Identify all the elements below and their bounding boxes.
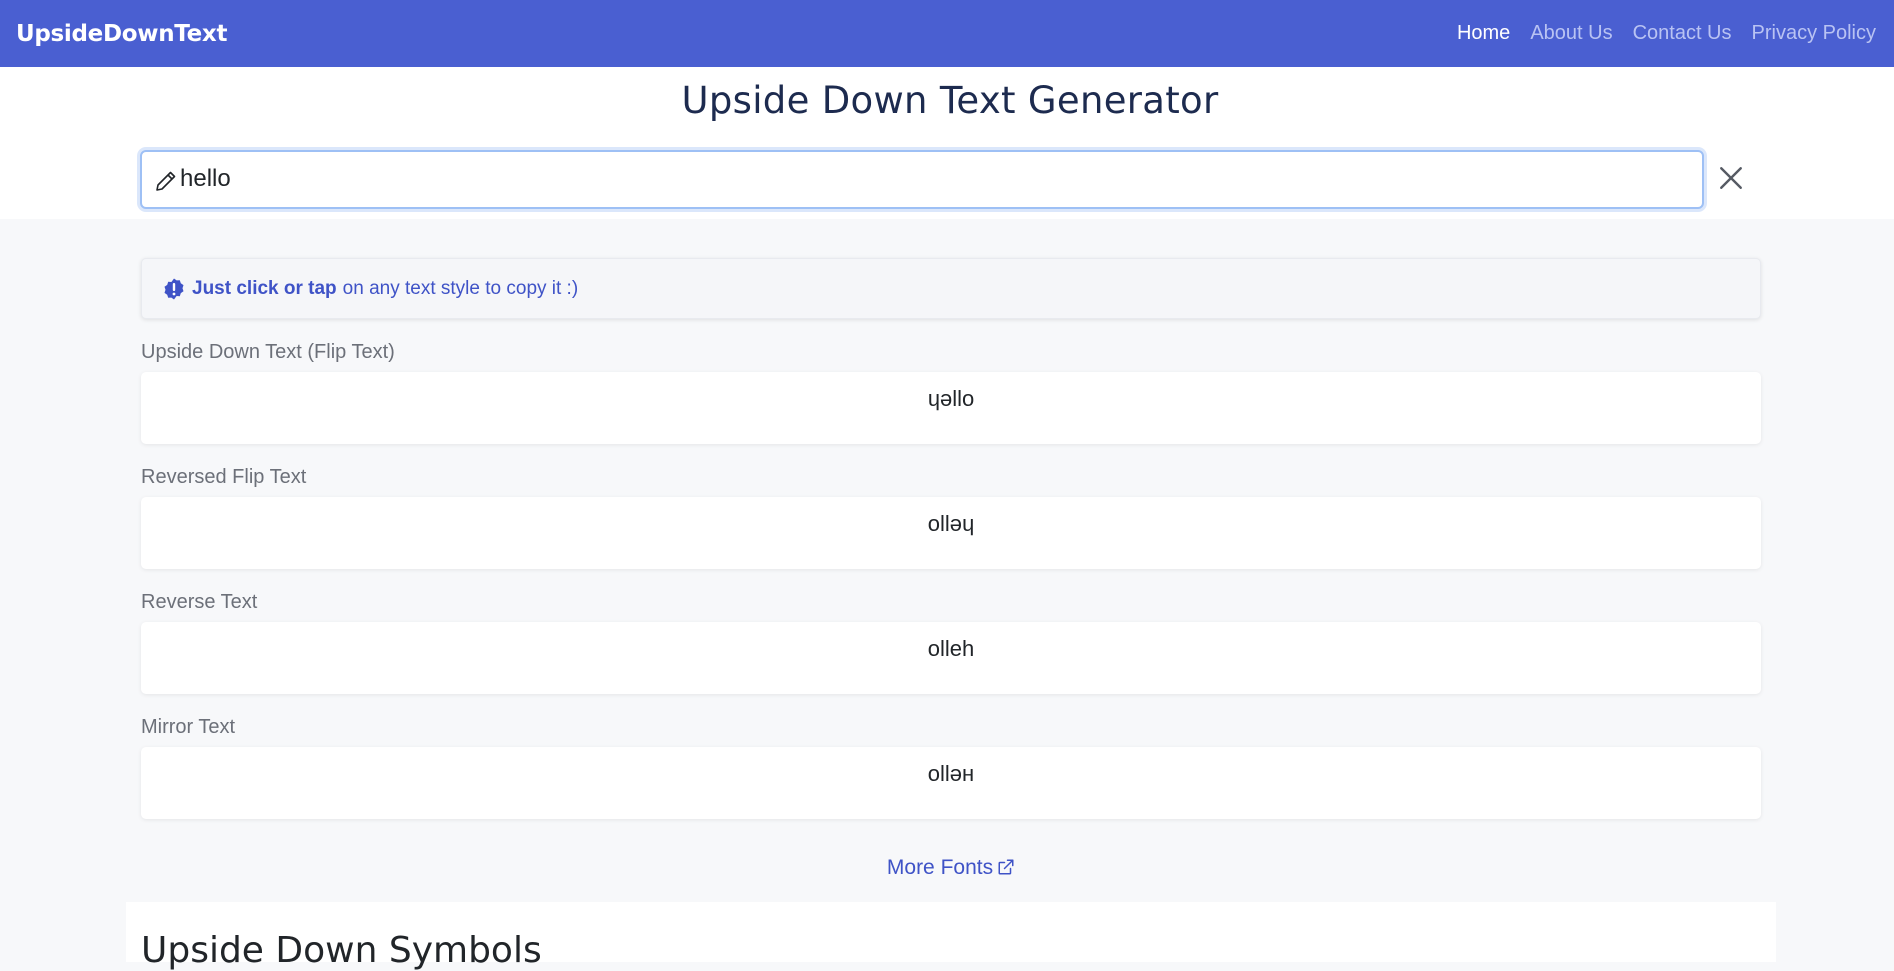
- nav-link-home[interactable]: Home: [1457, 22, 1510, 45]
- upside-down-symbols-section: Upside Down Symbols: [126, 902, 1776, 971]
- copy-tip-alert: Just click or tap on any text style to c…: [141, 258, 1761, 319]
- style-label: Mirror Text: [141, 716, 236, 738]
- style-label: Reversed Flip Text: [141, 466, 307, 488]
- more-fonts-link[interactable]: More Fonts: [141, 856, 1761, 880]
- exclamation-badge-icon: [164, 278, 184, 299]
- results-area: Just click or tap on any text style to c…: [141, 258, 1761, 879]
- nav-link-privacy-policy[interactable]: Privacy Policy: [1752, 22, 1876, 45]
- pencil-icon: [156, 171, 176, 191]
- style-block-mirror: Mirror Text ollǝн: [141, 716, 1761, 819]
- nav-links: Home About Us Contact Us Privacy Policy: [1457, 22, 1876, 45]
- clear-icon[interactable]: [1718, 165, 1744, 191]
- style-output-box[interactable]: ɥǝllo: [141, 372, 1761, 444]
- style-output-box[interactable]: ollǝɥ: [141, 497, 1761, 569]
- style-block-reversed-flip: Reversed Flip Text ollǝɥ: [141, 466, 1761, 569]
- style-block-flip: Upside Down Text (Flip Text) ɥǝllo: [141, 341, 1761, 444]
- style-output-box[interactable]: ollǝн: [141, 747, 1761, 819]
- style-output-box[interactable]: olleh: [141, 622, 1761, 694]
- tip-strong-text: Just click or tap: [192, 277, 337, 299]
- nav-link-contact-us[interactable]: Contact Us: [1633, 22, 1732, 45]
- navbar: UpsideDownText Home About Us Contact Us …: [0, 0, 1894, 67]
- external-link-icon: [998, 859, 1014, 875]
- brand-logo[interactable]: UpsideDownText: [16, 21, 227, 47]
- page-title: Upside Down Text Generator: [681, 79, 1219, 122]
- text-input[interactable]: [180, 160, 1680, 198]
- style-label: Reverse Text: [141, 591, 258, 613]
- section-title: Upside Down Symbols: [141, 930, 542, 971]
- style-block-reverse: Reverse Text olleh: [141, 591, 1761, 694]
- tip-text: on any text style to copy it :): [342, 277, 579, 299]
- nav-link-about-us[interactable]: About Us: [1530, 22, 1612, 45]
- more-fonts-label: More Fonts: [886, 856, 994, 879]
- style-label: Upside Down Text (Flip Text): [141, 341, 395, 363]
- generator-header: Upside Down Text Generator: [0, 67, 1894, 219]
- text-input-wrapper[interactable]: [140, 150, 1704, 209]
